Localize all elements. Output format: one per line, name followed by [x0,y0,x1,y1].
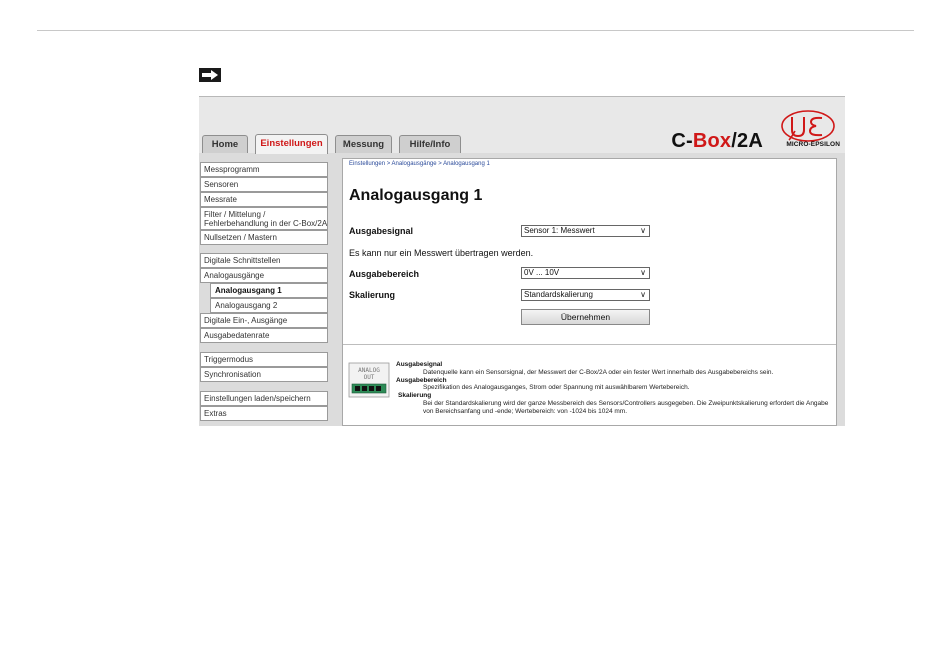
tab-hilfe-info[interactable]: Hilfe/Info [399,135,461,153]
tab-home[interactable]: Home [202,135,248,153]
skalierung-select[interactable]: Standardskalierung ∨ [521,289,650,301]
analog-out-module-icon: ANALOG OUT [348,362,390,398]
sidebar-item-filter[interactable]: Filter / Mittelung / Fehlerbehandlung in… [200,207,328,230]
ausgabebereich-value: 0V ... 10V [524,268,560,277]
sidebar-item-nullsetzen[interactable]: Nullsetzen / Mastern [200,230,328,245]
sidebar-item-analogausgaenge[interactable]: Analogausgänge [200,268,328,283]
sidebar-item-ausgabedatenrate[interactable]: Ausgabedatenrate [200,328,328,343]
help-heading-skalierung: Skalierung [398,392,432,400]
sidebar-item-synchronisation[interactable]: Synchronisation [200,367,328,382]
sidebar-item-digitale-ein-ausgaenge[interactable]: Digitale Ein-, Ausgänge [200,313,328,328]
module-label-line2: OUT [364,374,375,381]
chevron-down-icon: ∨ [640,290,646,299]
settings-content-panel: Einstellungen > Analogausgänge > Analoga… [342,158,837,426]
info-note: Es kann nur ein Messwert übertragen werd… [349,248,534,258]
tab-messung[interactable]: Messung [335,135,392,153]
skalierung-value: Standardskalierung [524,290,593,299]
sidebar-item-messprogramm[interactable]: Messprogramm [200,162,328,177]
sidebar-item-analogausgang-1[interactable]: Analogausgang 1 [210,283,328,298]
ausgabesignal-value: Sensor 1: Messwert [524,226,595,235]
sidebar-item-extras[interactable]: Extras [200,406,328,421]
app-screenshot: Home Einstellungen Messung Hilfe/Info C-… [199,96,845,426]
tab-einstellungen[interactable]: Einstellungen [255,134,328,154]
ausgabesignal-select[interactable]: Sensor 1: Messwert ∨ [521,225,650,237]
chevron-down-icon: ∨ [640,268,646,277]
skalierung-label: Skalierung [349,290,396,300]
help-text-ausgabesignal: Datenquelle kann ein Sensorsignal, der M… [423,368,774,376]
product-name: C-Box/2A [671,130,763,152]
chevron-down-icon: ∨ [640,226,646,235]
logo-wordmark: MICRO-EPSILON [786,141,840,148]
uebernehmen-button[interactable]: Übernehmen [521,309,650,325]
app-header: Home Einstellungen Messung Hilfe/Info C-… [199,97,845,154]
sidebar-item-filter-line1: Filter / Mittelung / [204,210,266,219]
sidebar-item-filter-line2: Fehlerbehandlung in der C-Box/2A [204,219,328,228]
sidebar-item-triggermodus[interactable]: Triggermodus [200,352,328,367]
sidebar-item-einstellungen-laden[interactable]: Einstellungen laden/speichern [200,391,328,406]
sidebar-item-messrate[interactable]: Messrate [200,192,328,207]
help-heading-ausgabesignal: Ausgabesignal [396,361,443,368]
module-label-line1: ANALOG [358,367,380,374]
help-text: Ausgabesignal Datenquelle kann ein Senso… [396,361,836,416]
page-title: Analogausgang 1 [349,187,483,204]
sidebar-item-sensoren[interactable]: Sensoren [200,177,328,192]
ausgabesignal-label: Ausgabesignal [349,226,414,236]
help-text-ausgabebereich: Spezifikation des Analogausganges, Strom… [423,384,690,392]
page-top-rule [37,30,914,31]
sidebar-item-digitale-schnittstellen[interactable]: Digitale Schnittstellen [200,253,328,268]
section-divider [343,344,836,345]
arrow-right-icon [199,68,221,82]
ausgabebereich-select[interactable]: 0V ... 10V ∨ [521,267,650,279]
help-text-skalierung: Bei der Standardskalierung wird der ganz… [423,399,829,415]
help-heading-ausgabebereich: Ausgabebereich [396,376,447,384]
sidebar-item-analogausgang-2[interactable]: Analogausgang 2 [210,298,328,313]
breadcrumb[interactable]: Einstellungen > Analogausgänge > Analoga… [349,161,490,167]
ausgabebereich-label: Ausgabebereich [349,269,420,279]
